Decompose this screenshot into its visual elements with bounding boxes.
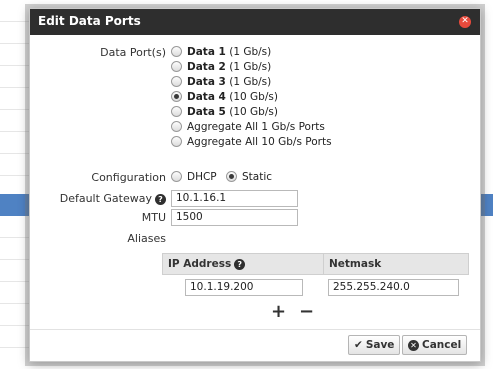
alias-netmask-input[interactable]: 255.255.240.0 [328,279,459,296]
mtu-input[interactable]: 1500 [171,209,298,226]
question-icon[interactable]: ? [234,259,246,270]
option-name: Data 3 [187,76,226,88]
radio-button[interactable] [171,136,182,147]
mtu-label: MTU [141,211,166,224]
radio-button[interactable] [171,171,182,182]
radio-dhcp[interactable]: DHCP [171,171,217,185]
default-gateway-input[interactable]: 10.1.16.1 [171,190,298,207]
radio-data-3[interactable]: Data 3 (1 Gb/s) [171,76,271,90]
radio-button[interactable] [171,76,182,87]
column-divider [323,254,324,274]
edit-data-ports-dialog: Edit Data Ports ✕ Data Port(s) Data 1 (1… [29,8,481,362]
option-name: Data 4 [187,91,226,103]
cancel-label: Cancel [422,339,462,351]
radio-aggregate-10gb[interactable]: Aggregate All 10 Gb/s Ports [171,136,332,150]
radio-data-5[interactable]: Data 5 (10 Gb/s) [171,106,278,120]
radio-static[interactable]: Static [226,171,272,185]
dialog-header: Edit Data Ports ✕ [30,9,480,35]
default-gateway-text: Default Gateway [59,192,152,205]
radio-button[interactable] [171,106,182,117]
dialog-title: Edit Data Ports [38,14,141,28]
remove-alias-button[interactable]: − [299,303,314,321]
aliases-table-header: IP Address? Netmask [162,253,469,275]
data-ports-label: Data Port(s) [100,46,166,59]
option-name: Data 5 [187,106,226,118]
radio-aggregate-1gb[interactable]: Aggregate All 1 Gb/s Ports [171,121,325,135]
ip-address-header: IP Address? [168,258,246,270]
option-speed: (10 Gb/s) [229,106,278,118]
option-name: Data 2 [187,61,226,73]
radio-button-checked[interactable] [171,91,182,102]
radio-data-1[interactable]: Data 1 (1 Gb/s) [171,46,271,60]
aliases-label: Aliases [127,232,166,245]
alias-ip-input[interactable]: 10.1.19.200 [185,279,303,296]
cancel-icon: ✕ [408,340,419,351]
footer-divider [30,329,480,330]
configuration-label: Configuration [91,171,166,184]
radio-button[interactable] [171,121,182,132]
option-speed: (1 Gb/s) [229,76,272,88]
save-label: Save [365,339,395,351]
dhcp-label: DHCP [187,171,217,183]
question-icon[interactable]: ? [155,194,166,205]
static-label: Static [242,171,273,183]
check-icon: ✔ [354,339,363,351]
default-gateway-label: Default Gateway? [30,192,166,205]
save-button[interactable]: ✔ Save [348,335,401,355]
ip-address-header-text: IP Address [168,258,232,270]
radio-data-4[interactable]: Data 4 (10 Gb/s) [171,91,278,105]
cancel-button[interactable]: ✕ Cancel [402,335,468,355]
option-name: Data 1 [187,46,226,58]
radio-button-checked[interactable] [226,171,237,182]
close-icon[interactable]: ✕ [459,16,471,28]
radio-data-2[interactable]: Data 2 (1 Gb/s) [171,61,271,75]
option-name: Aggregate All 1 Gb/s Ports [187,121,325,133]
radio-button[interactable] [171,46,182,57]
option-speed: (1 Gb/s) [229,46,272,58]
option-speed: (1 Gb/s) [229,61,272,73]
add-alias-button[interactable]: + [271,303,286,321]
option-name: Aggregate All 10 Gb/s Ports [187,136,332,148]
option-speed: (10 Gb/s) [229,91,278,103]
radio-button[interactable] [171,61,182,72]
netmask-header: Netmask [329,258,382,270]
